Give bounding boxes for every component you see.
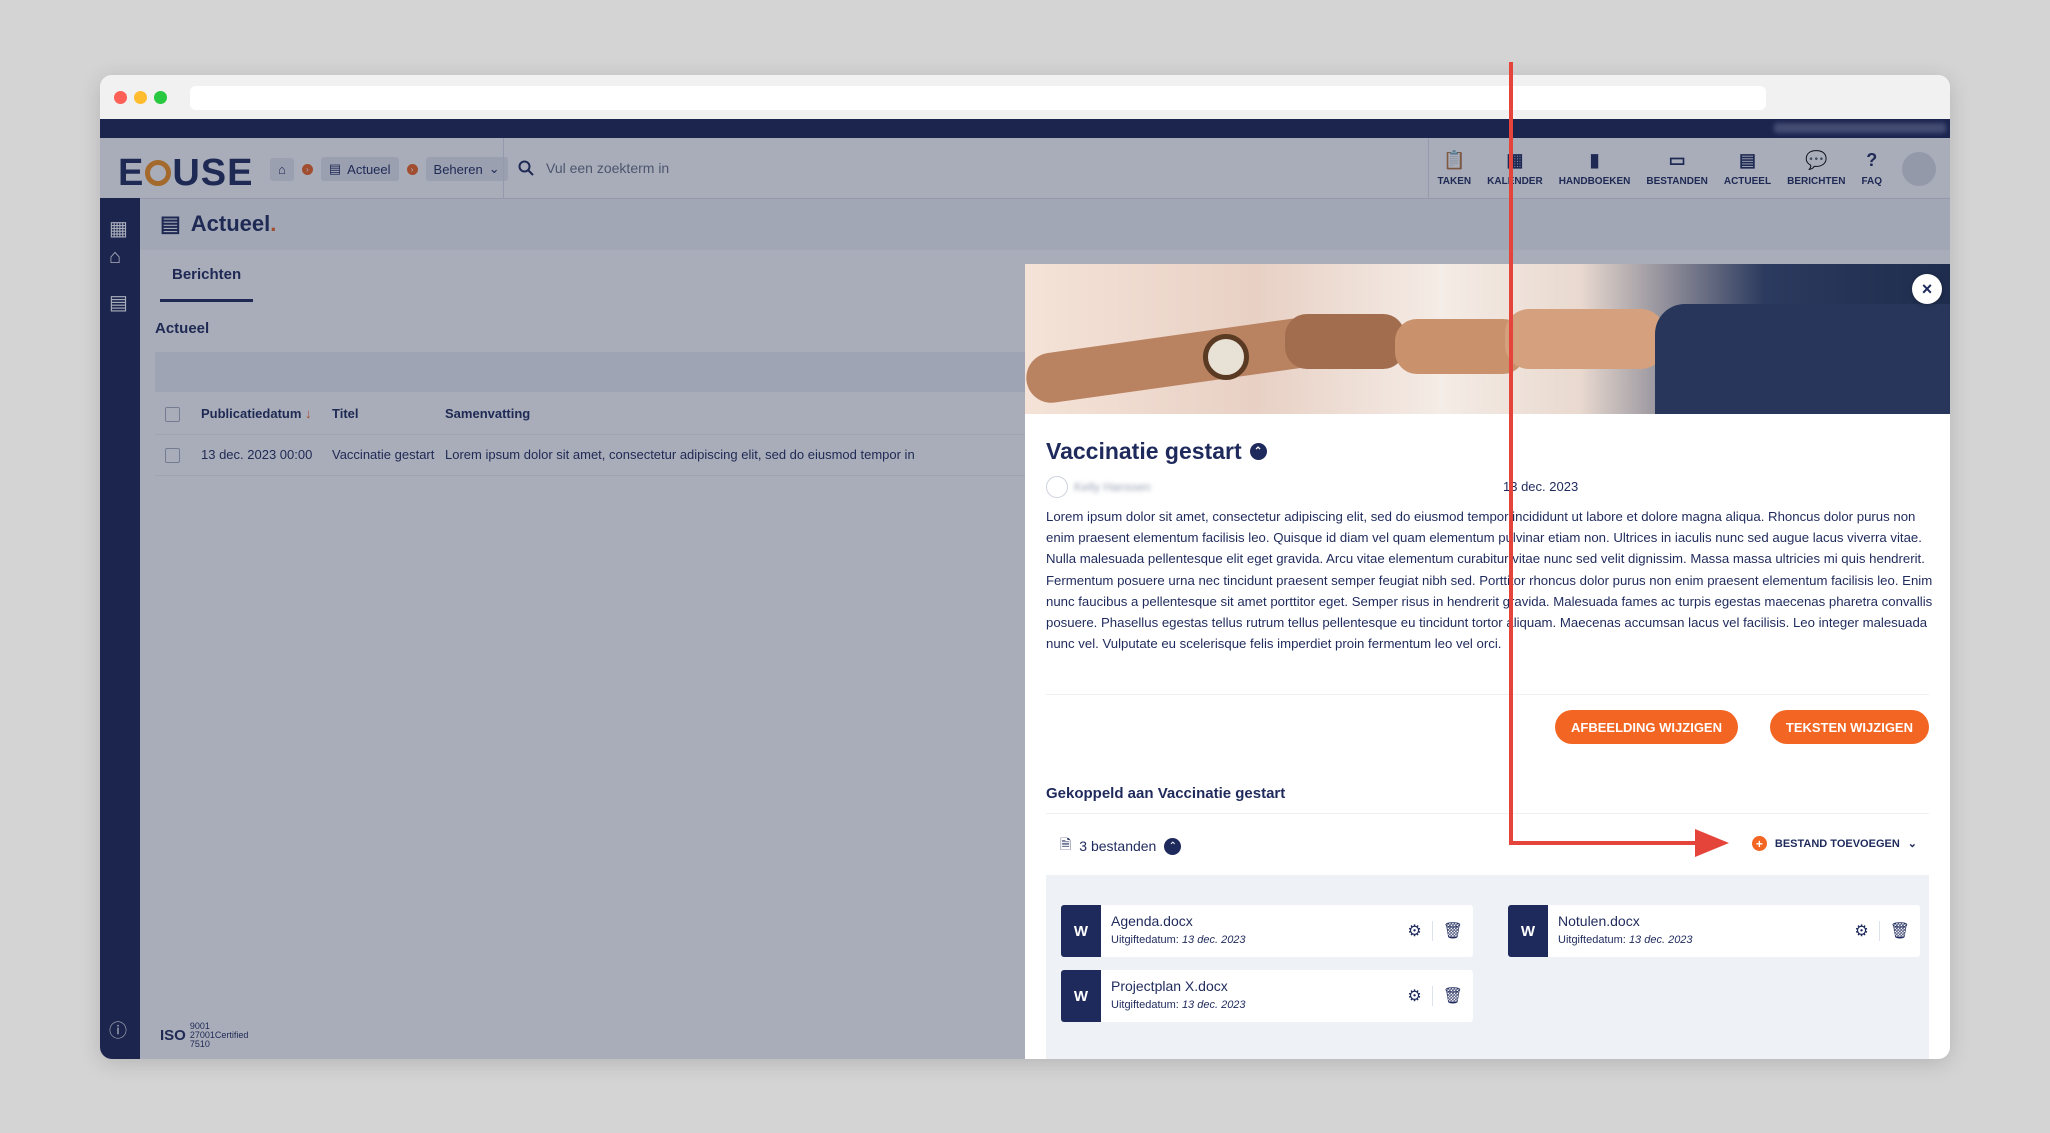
trash-icon[interactable]: 🗑	[1890, 921, 1910, 941]
gear-icon[interactable]: ⚙	[1407, 986, 1421, 1006]
file-date: Uitgiftedatum: 13 dec. 2023	[1111, 999, 1246, 1011]
file-name: Projectplan X.docx	[1111, 978, 1228, 994]
author-avatar	[1046, 476, 1068, 498]
files-toolbar: 🗎 3 bestanden ⌃ + BESTAND TOEVOEGEN ⌄	[1046, 813, 1929, 876]
file-date-label: Uitgiftedatum:	[1558, 934, 1626, 946]
file-icon: 🗎	[1060, 836, 1072, 852]
change-texts-button[interactable]: TEKSTEN WIJZIGEN	[1769, 710, 1929, 744]
word-document-icon: W	[1508, 905, 1548, 957]
annotation-arrow-vertical	[1509, 62, 1513, 844]
close-modal-button[interactable]: ×	[1912, 274, 1942, 304]
hero-image	[1025, 264, 1950, 414]
file-date-label: Uitgiftedatum:	[1111, 999, 1179, 1011]
divider	[1046, 694, 1929, 695]
file-date-value: 13 dec. 2023	[1628, 934, 1693, 946]
browser-titlebar	[100, 75, 1950, 119]
article-body: Lorem ipsum dolor sit amet, consectetur …	[1046, 509, 1933, 652]
annotation-arrow-horizontal	[1509, 841, 1699, 845]
modal-title-text: Vaccinatie gestart	[1046, 438, 1242, 464]
file-date: Uitgiftedatum: 13 dec. 2023	[1111, 934, 1246, 946]
chevron-up-circle-icon[interactable]: ⌃	[1249, 443, 1267, 460]
close-icon: ×	[1921, 278, 1933, 299]
plus-circle-icon: +	[1751, 836, 1767, 851]
publish-date: 13 dec. 2023	[1503, 479, 1579, 494]
file-actions: ⚙ 🗑	[1407, 986, 1463, 1006]
gear-icon[interactable]: ⚙	[1407, 921, 1421, 941]
address-bar[interactable]	[190, 86, 1766, 110]
modal-title: Vaccinatie gestart ⌃	[1046, 438, 1267, 465]
trash-icon[interactable]: 🗑	[1443, 986, 1463, 1006]
app: E USE ⌂ › ▤ Actueel › Beheren ⌄ Vul een zoe…	[100, 119, 1950, 1059]
file-date-value: 13 dec. 2023	[1181, 999, 1246, 1011]
word-document-icon: W	[1061, 905, 1101, 957]
chevron-down-icon: ⌄	[1907, 838, 1917, 850]
browser-window: E USE ⌂ › ▤ Actueel › Beheren ⌄ Vul een zoe…	[100, 75, 1950, 1059]
linked-section-title: Gekoppeld aan Vaccinatie gestart	[1046, 785, 1286, 802]
trash-icon[interactable]: 🗑	[1443, 921, 1463, 941]
file-actions: ⚙ 🗑	[1407, 921, 1463, 941]
add-file-label: BESTAND TOEVOEGEN	[1774, 837, 1900, 850]
close-window-dot[interactable]	[114, 91, 127, 104]
minimize-window-dot[interactable]	[134, 91, 147, 104]
file-date-value: 13 dec. 2023	[1181, 934, 1246, 946]
chevron-up-circle-icon: ⌃	[1164, 837, 1182, 855]
gear-icon[interactable]: ⚙	[1854, 921, 1868, 941]
file-card[interactable]: W Agenda.docx Uitgiftedatum: 13 dec. 202…	[1061, 905, 1473, 957]
file-actions: ⚙ 🗑	[1854, 921, 1910, 941]
change-image-button[interactable]: AFBEELDING WIJZIGEN	[1555, 710, 1738, 744]
file-card[interactable]: W Notulen.docx Uitgiftedatum: 13 dec. 20…	[1508, 905, 1920, 957]
file-name: Agenda.docx	[1111, 913, 1193, 929]
maximize-window-dot[interactable]	[154, 91, 167, 104]
file-count-label: 3 bestanden	[1079, 838, 1157, 854]
watch-detail	[1203, 334, 1249, 380]
author-name: Kelly Hanssen	[1074, 480, 1151, 494]
author: Kelly Hanssen	[1046, 476, 1151, 498]
add-file-dropdown[interactable]: + BESTAND TOEVOEGEN ⌄	[1751, 836, 1917, 851]
file-name: Notulen.docx	[1558, 913, 1640, 929]
file-card[interactable]: W Projectplan X.docx Uitgiftedatum: 13 d…	[1061, 970, 1473, 1022]
word-document-icon: W	[1061, 970, 1101, 1022]
file-list: W Agenda.docx Uitgiftedatum: 13 dec. 202…	[1046, 875, 1929, 1059]
file-count-toggle[interactable]: 🗎 3 bestanden ⌃	[1060, 834, 1182, 858]
file-date-label: Uitgiftedatum:	[1111, 934, 1179, 946]
news-detail-modal: × Vaccinatie gestart ⌃ Kelly Hanssen 13 d…	[1025, 264, 1950, 1059]
annotation-arrowhead-icon	[1695, 829, 1729, 857]
file-date: Uitgiftedatum: 13 dec. 2023	[1558, 934, 1693, 946]
